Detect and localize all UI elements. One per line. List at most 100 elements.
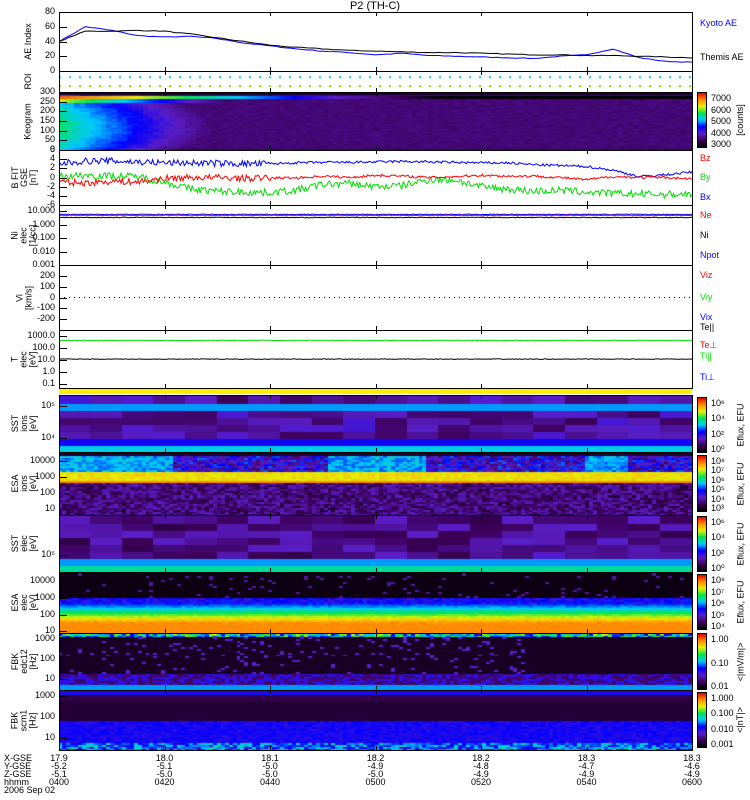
x-tick-mark — [164, 92, 166, 96]
y-tick-mark — [59, 308, 67, 310]
y-tick-label: 10000 — [29, 455, 55, 466]
y-tick-mark — [59, 41, 67, 43]
y-tick-label: -200 — [36, 313, 55, 324]
x-tick-mark — [586, 330, 588, 334]
x-tick-hhmm: 0600 — [681, 777, 703, 787]
legend-viz: Viz — [700, 270, 713, 280]
y-tick-mark — [59, 140, 67, 142]
y-tick-label: -2 — [46, 180, 55, 191]
colorbar-tick-label: 1.000 — [711, 693, 734, 703]
x-tick-mark — [270, 71, 271, 75]
x-tick-mark — [481, 690, 482, 694]
sst-elec-ylabel: SST elec [eV] — [10, 515, 38, 572]
y-tick-label: 1000 — [34, 690, 55, 700]
x-tick-mark — [375, 71, 377, 75]
x-tick-mark — [586, 92, 588, 96]
x-tick-mark — [270, 12, 271, 16]
colorbar-tick-label: 6000 — [711, 104, 732, 115]
y-tick-mark — [59, 598, 67, 600]
legend-vix: Vix — [700, 312, 713, 322]
x-tick-mark — [481, 150, 482, 154]
x-tick-mark — [586, 633, 588, 637]
colorbar-title: Eflux, EFU — [735, 580, 746, 624]
fbk-scm1-colorbar — [697, 692, 707, 748]
x-tick-mark — [481, 71, 482, 75]
x-tick-mark — [164, 572, 166, 576]
x-tick-mark — [164, 265, 166, 269]
y-tick-label: 0.1 — [42, 378, 55, 389]
y-tick-label: 200 — [39, 269, 55, 280]
x-tick-mark — [586, 395, 588, 399]
legend-ne: Ne — [700, 210, 712, 220]
x-tick-mark — [481, 12, 482, 16]
x-tick-mark — [481, 452, 482, 456]
y-tick-label: 40 — [44, 35, 55, 46]
y-tick-label: -4 — [46, 189, 55, 200]
colorbar-tick-label: 3000 — [711, 139, 732, 149]
legend-ni: Ni — [700, 230, 709, 240]
x-tick-mark — [481, 515, 482, 519]
y-tick-label: 0.010 — [32, 245, 55, 256]
y-tick-mark — [59, 696, 67, 697]
y-tick-label: 80 — [44, 6, 55, 16]
y-tick-label: 100.0 — [32, 341, 55, 352]
plot-title: P2 (TH-C) — [349, 0, 401, 12]
x-tick-mark — [270, 384, 271, 388]
y-tick-label: 0 — [49, 171, 55, 182]
y-tick-mark — [59, 12, 67, 13]
x-tick-mark — [586, 12, 588, 16]
legend-bz: Bz — [700, 153, 711, 163]
y-tick-label: 100 — [39, 652, 55, 663]
y-tick-mark — [59, 631, 67, 633]
colorbar-tick-label: 10⁸ — [711, 575, 725, 585]
y-tick-mark — [59, 101, 67, 103]
x-tick-mark — [270, 205, 271, 209]
y-tick-mark — [59, 251, 67, 253]
y-tick-mark — [59, 477, 67, 479]
legend-bx: Bx — [700, 192, 711, 202]
y-tick-mark — [59, 437, 67, 439]
x-tick-mark — [164, 452, 166, 456]
y-tick-label: 1.000 — [32, 218, 55, 229]
y-tick-mark — [59, 508, 67, 510]
y-tick-mark — [59, 406, 67, 408]
x-tick-mark — [375, 12, 377, 16]
esa-elec-panel-frame — [59, 572, 693, 634]
x-tick-mark — [586, 265, 588, 269]
y-tick-mark — [59, 224, 67, 226]
sst-ions-colorbar — [697, 397, 707, 453]
colorbar-title: <|mV/m|> — [734, 642, 745, 681]
colorbar-tick-label: 10⁶ — [711, 517, 725, 527]
colorbar-tick-label: 0.01 — [711, 681, 729, 691]
y-tick-mark — [59, 211, 67, 213]
x-tick-mark — [375, 92, 377, 96]
colorbar-tick-label: 7000 — [711, 93, 732, 103]
y-tick-mark — [59, 360, 67, 362]
colorbar-tick-label: 10⁴ — [711, 413, 725, 424]
y-tick-mark — [59, 121, 67, 122]
colorbar-title: Eflux, EFU — [735, 461, 746, 506]
y-tick-label: -100 — [36, 302, 55, 313]
y-tick-label: 50 — [44, 134, 55, 145]
x-tick-mark — [375, 452, 377, 456]
x-tick-mark — [164, 746, 166, 750]
colorbar-tick-label: 0.10 — [711, 657, 729, 668]
y-tick-label: 100 — [39, 280, 55, 291]
x-tick-mark — [586, 515, 588, 519]
colorbar-tick-label: 1.00 — [711, 634, 729, 644]
colorbar-tick-label: 0.001 — [711, 739, 734, 749]
x-tick-mark — [375, 150, 377, 154]
y-tick-mark — [59, 319, 67, 321]
y-tick-mark — [59, 111, 67, 113]
x-tick-hhmm: 0400 — [48, 777, 70, 787]
y-tick-label: 10 — [44, 732, 55, 742]
y-tick-mark — [59, 275, 67, 277]
x-tick-mark — [586, 71, 588, 75]
x-tick-mark — [481, 572, 482, 576]
colorbar-tick-label: 10⁷ — [711, 586, 725, 597]
y-tick-label: 10 — [44, 672, 55, 683]
x-tick-mark — [586, 452, 588, 456]
x-tick-mark — [164, 384, 166, 388]
y-tick-label: 20 — [44, 50, 55, 61]
y-tick-mark — [59, 384, 67, 386]
